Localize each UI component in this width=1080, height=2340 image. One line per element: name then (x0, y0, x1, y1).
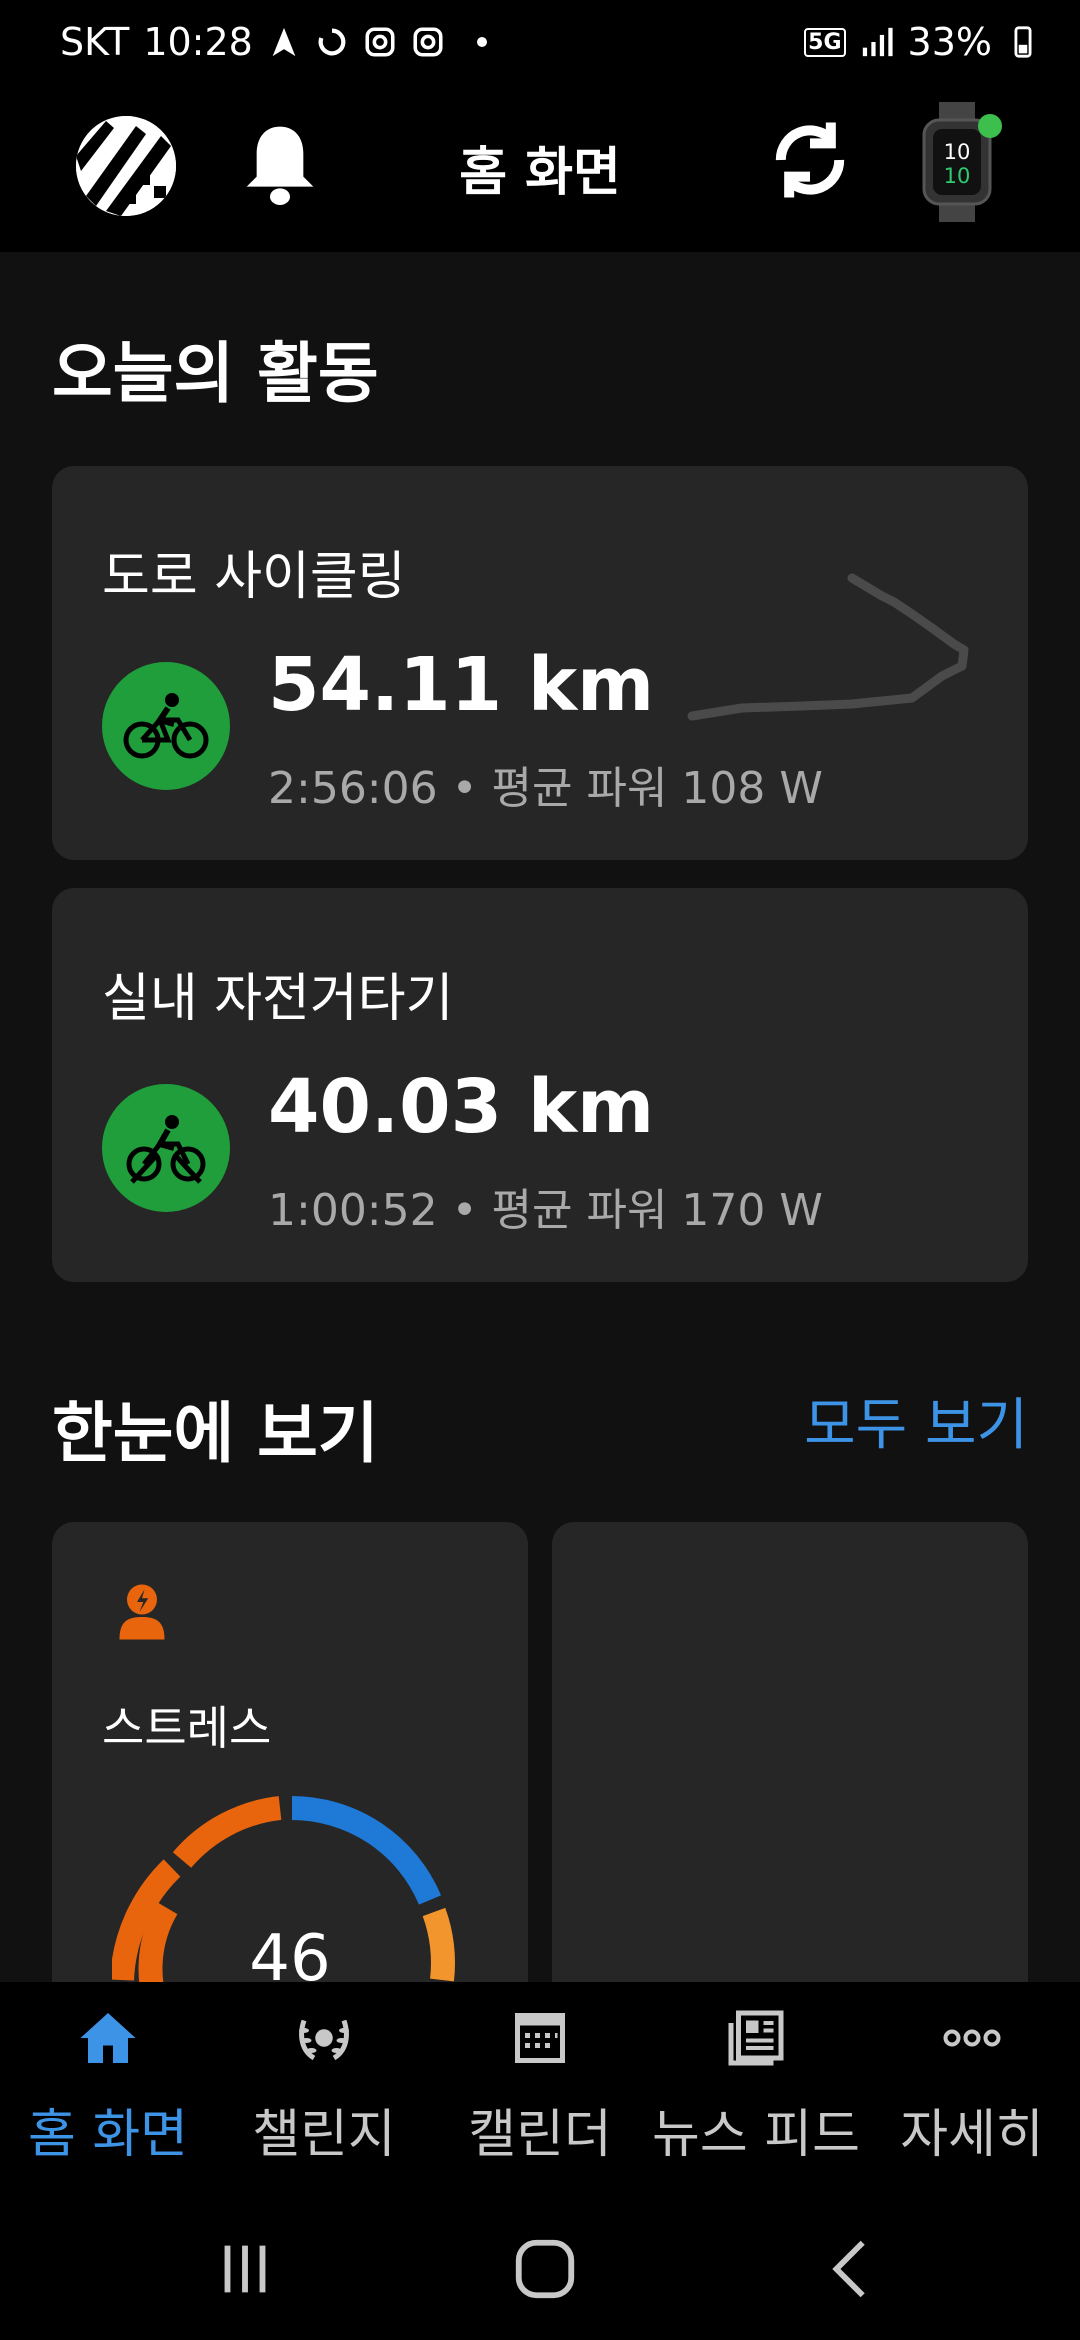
calendar-icon (515, 2013, 565, 2063)
instagram-icon (365, 27, 395, 57)
svg-text:10: 10 (944, 164, 971, 188)
road-bike-icon (102, 662, 230, 790)
notification-dot-icon (476, 37, 487, 47)
activity-summary: 1:00:52 • 평균 파워 170 W (268, 1185, 823, 1236)
route-map-thumbnail (687, 573, 969, 721)
activity-name: 도로 사이클링 (102, 547, 406, 607)
connection-status-dot (978, 114, 1002, 138)
time-text: 10:28 (143, 20, 253, 64)
activity-distance: 40.03 km (268, 1064, 655, 1150)
back-icon[interactable] (816, 2234, 886, 2304)
nav-label: 뉴스 피드 (652, 2105, 860, 2165)
nav-home[interactable]: 홈 화면 (0, 1982, 216, 2192)
activity-card-road-cycling[interactable]: 도로 사이클링 54.11 km 2:56:06 • 평균 파워 108 W (52, 466, 1028, 860)
glance-tile-empty[interactable] (552, 1522, 1028, 2022)
stress-label: 스트레스 (102, 1701, 272, 1755)
system-nav-bar (0, 2192, 1080, 2340)
battery-percent-text: 33% (907, 20, 992, 64)
glance-title: 한눈에 보기 (52, 1395, 379, 1472)
nav-calendar[interactable]: 캘린더 (432, 1982, 648, 2192)
activity-distance: 54.11 km (268, 642, 655, 728)
status-bar: SKT 10:28 5G 33% (0, 0, 1080, 72)
app-bar: 홈 화면 10 10 (0, 72, 1080, 252)
stress-tile[interactable]: 스트레스 46 (52, 1522, 528, 2026)
home-icon (80, 2013, 136, 2063)
stress-icon (119, 1584, 165, 1640)
network-type-text: 5G (804, 27, 846, 57)
svg-text:10: 10 (944, 140, 971, 164)
see-all-link[interactable]: 모두 보기 (804, 1380, 1028, 1461)
activities-title: 오늘의 활동 (52, 335, 379, 412)
nav-newsfeed[interactable]: 뉴스 피드 (648, 1982, 864, 2192)
indoor-bike-icon (102, 1084, 230, 1212)
nav-label: 캘린더 (468, 2105, 612, 2165)
activity-name: 실내 자전거타기 (102, 969, 454, 1029)
home-button-icon[interactable] (510, 2234, 580, 2304)
sync-status-icon (318, 28, 346, 56)
battery-icon (1014, 26, 1032, 58)
recent-apps-icon[interactable] (210, 2234, 280, 2304)
sync-icon[interactable] (760, 110, 860, 210)
newsfeed-icon (728, 2010, 784, 2066)
activity-card-indoor-cycling[interactable]: 실내 자전거타기 40.03 km 1:00:52 • 평균 파워 170 W (52, 888, 1028, 1282)
bottom-nav: 홈 화면 챌린지 캘린더 뉴스 피드 자세히 (0, 1982, 1080, 2192)
nav-challenges[interactable]: 챌린지 (216, 1982, 432, 2192)
instagram-icon-2 (413, 27, 443, 57)
nav-label: 챌린지 (252, 2105, 396, 2165)
nav-label: 자세히 (900, 2105, 1044, 2165)
nav-more[interactable]: 자세히 (864, 1982, 1080, 2192)
navigation-icon (272, 27, 296, 57)
more-icon (943, 2029, 1001, 2047)
carrier-text: SKT (60, 20, 130, 64)
laurel-icon (299, 2019, 349, 2061)
signal-icon (862, 27, 893, 57)
nav-label: 홈 화면 (27, 2105, 189, 2165)
